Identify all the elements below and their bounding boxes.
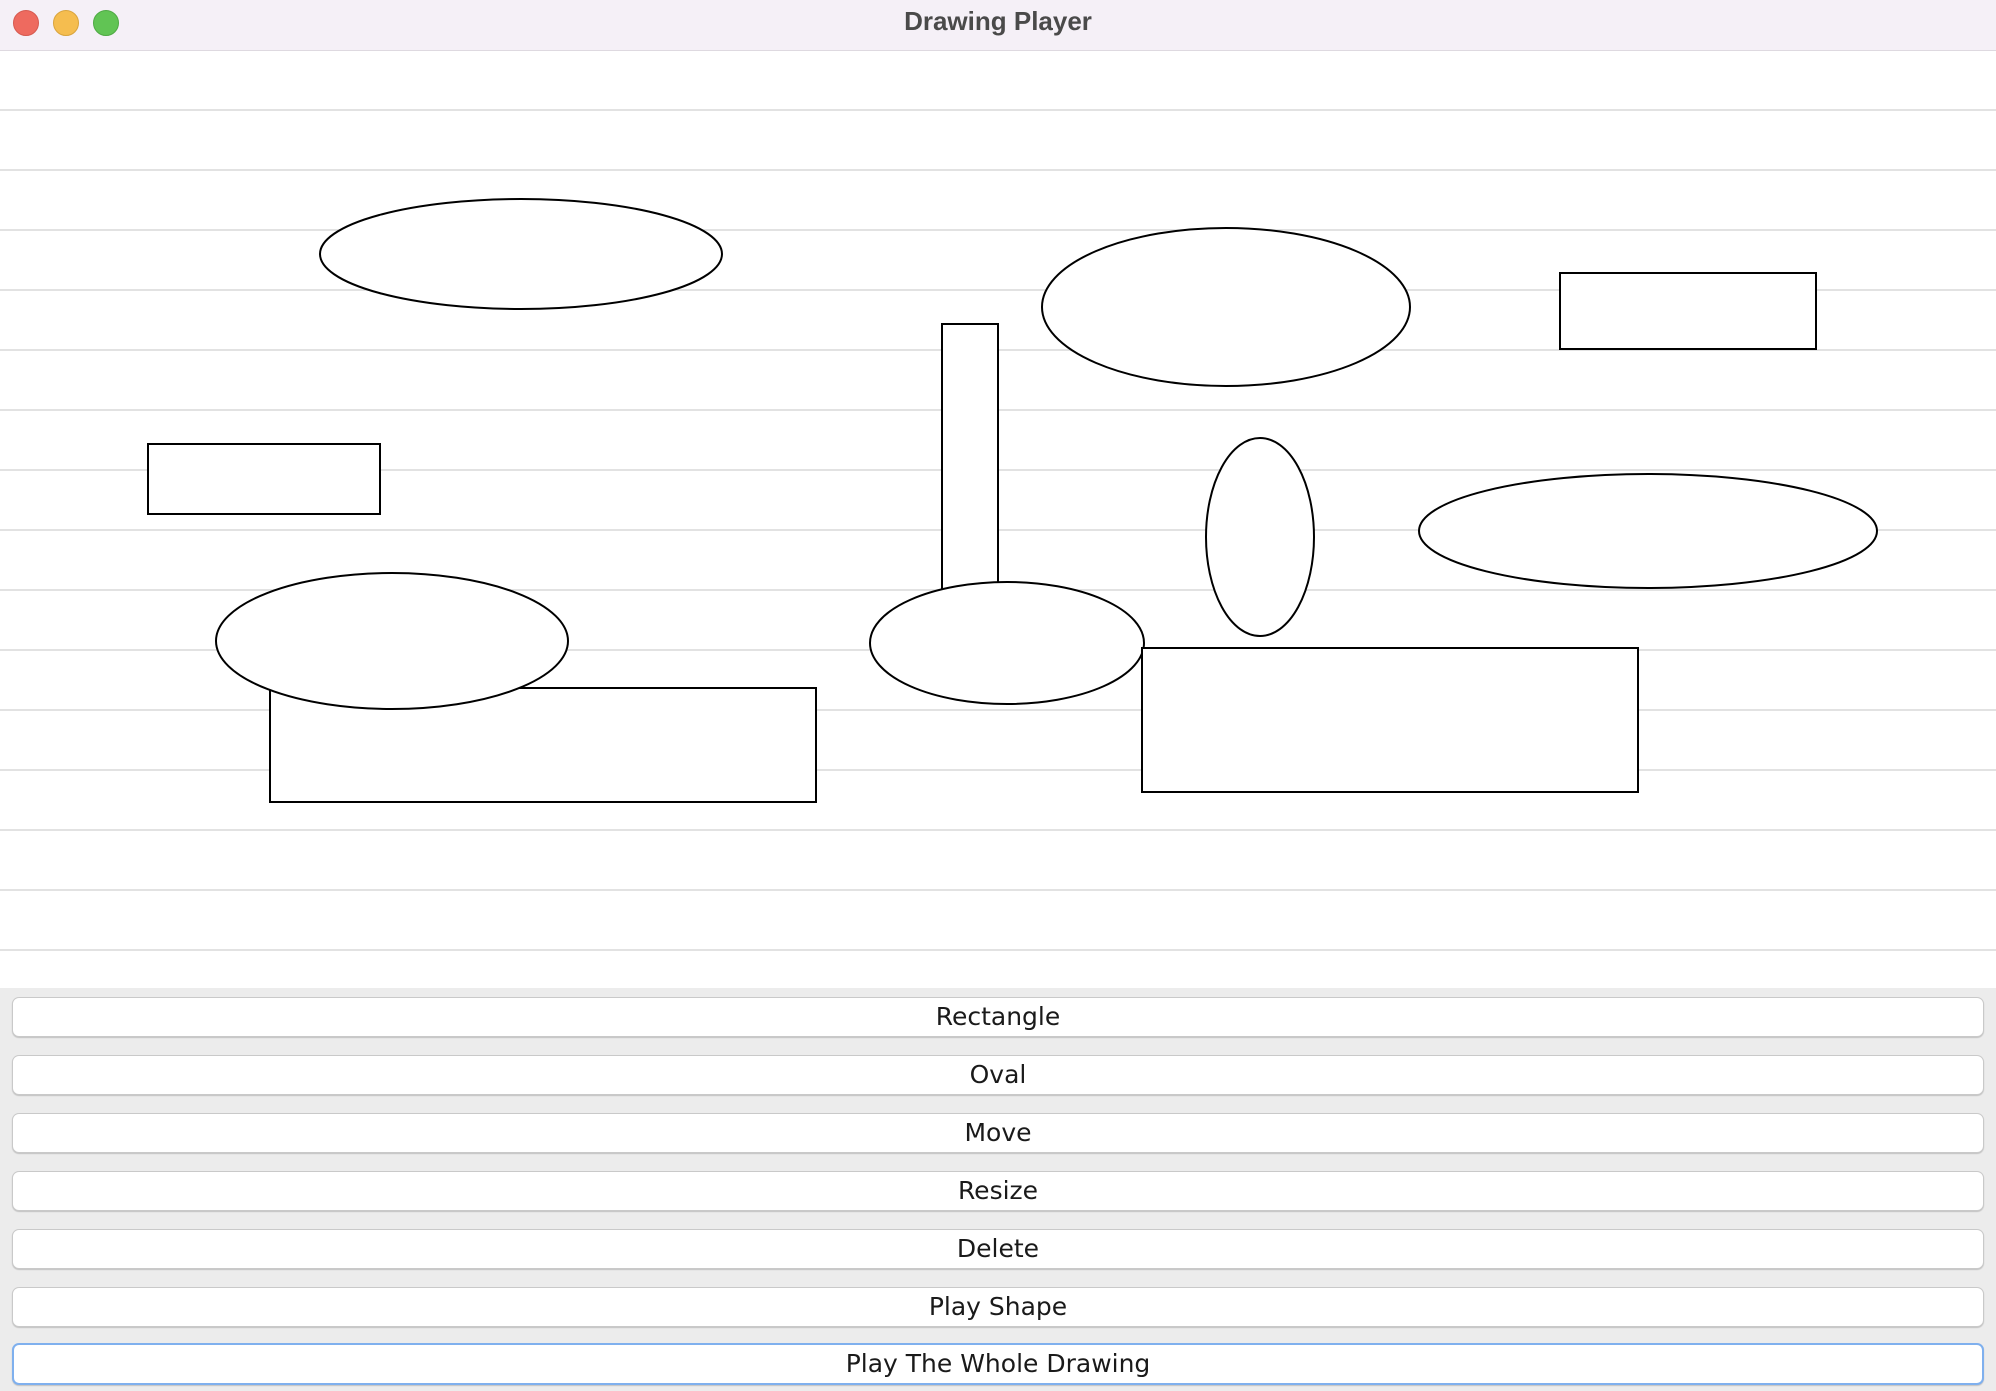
oval-shape[interactable] [1418, 473, 1878, 589]
rectangle-shape[interactable] [941, 323, 999, 593]
rectangle-button[interactable]: Rectangle [12, 997, 1984, 1037]
drawing-surface[interactable] [0, 51, 1996, 988]
rectangle-shape[interactable] [1141, 647, 1639, 793]
rectangle-shape[interactable] [147, 443, 381, 515]
window-title: Drawing Player [904, 6, 1092, 36]
delete-button[interactable]: Delete [12, 1229, 1984, 1269]
oval-shape[interactable] [1041, 227, 1411, 387]
title-bar: Drawing Player [0, 0, 1996, 51]
oval-button[interactable]: Oval [12, 1055, 1984, 1095]
rectangle-shape[interactable] [1559, 272, 1817, 350]
oval-shape[interactable] [869, 581, 1145, 705]
play-whole-drawing-button[interactable]: Play The Whole Drawing [12, 1343, 1984, 1385]
resize-button[interactable]: Resize [12, 1171, 1984, 1211]
button-panel: Rectangle Oval Move Resize Delete Play S… [0, 988, 1996, 1391]
move-button[interactable]: Move [12, 1113, 1984, 1153]
play-shape-button[interactable]: Play Shape [12, 1287, 1984, 1327]
oval-shape[interactable] [319, 198, 723, 310]
oval-shape[interactable] [215, 572, 569, 710]
oval-shape[interactable] [1205, 437, 1315, 637]
drawing-canvas[interactable] [0, 51, 1996, 988]
